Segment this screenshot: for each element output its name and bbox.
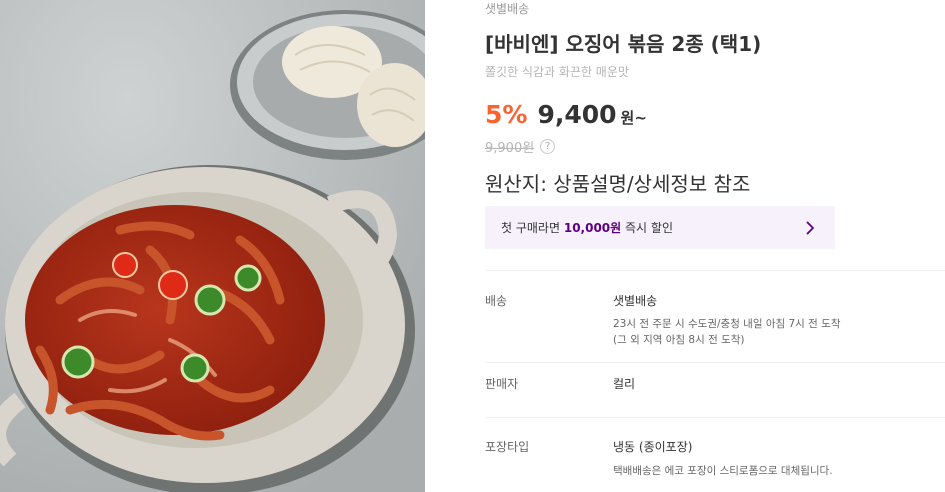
origin-info: 원산지: 상품설명/상세정보 참조 (485, 172, 751, 196)
coupon-text: 첫 구매라면 10,000원 즉시 할인 (501, 219, 673, 236)
question-icon[interactable]: ? (540, 139, 556, 154)
discount-rate: 5% (485, 100, 528, 129)
info-value: 냉동 (종이포장) 택배배송은 에코 포장이 스티로폼으로 대체됩니다. (613, 438, 945, 492)
product-subtitle: 쫄깃한 식감과 화끈한 매운맛 (485, 65, 629, 79)
sale-price: 9,400 (537, 100, 617, 129)
delivery-tag: 샛별배송 (485, 2, 530, 16)
coupon-amount: 10,000원 (563, 221, 622, 235)
info-value-detail: 23시 전 주문 시 수도권/충청 내일 아침 7시 전 도착 (613, 318, 841, 330)
info-row-packaging: 포장타입 냉동 (종이포장) 택배배송은 에코 포장이 스티로폼으로 대체됩니다… (485, 417, 945, 492)
product-info: 샛별배송 [바비엔] 오징어 볶음 2종 (택1) 쫄깃한 식감과 화끈한 매운… (485, 0, 945, 492)
info-value: 샛별배송 23시 전 주문 시 수도권/충청 내일 아침 7시 전 도착 (그 … (613, 292, 945, 362)
chevron-right-icon (806, 221, 814, 234)
coupon-suffix: 즉시 할인 (621, 221, 673, 235)
coupon-prefix: 첫 구매라면 (501, 221, 564, 235)
info-value-detail: (그 외 지역 아침 8시 전 도착) (613, 334, 745, 346)
price-row: 5% 9,400 원~ (485, 100, 647, 129)
info-row-delivery: 배송 샛별배송 23시 전 주문 시 수도권/충청 내일 아침 7시 전 도착 … (485, 270, 945, 362)
original-price: 9,900원 (485, 141, 535, 156)
first-purchase-coupon-banner[interactable]: 첫 구매라면 10,000원 즉시 할인 (485, 206, 835, 249)
product-image (0, 0, 425, 492)
info-value: 컬리 (613, 375, 945, 417)
info-row-seller: 판매자 컬리 (485, 362, 945, 417)
info-value-main: 샛별배송 (613, 294, 658, 308)
info-label: 포장타입 (485, 440, 530, 454)
stir-fried-squid-photo (0, 0, 425, 492)
info-value-main: 컬리 (613, 377, 636, 391)
info-value-detail: 택배배송은 에코 포장이 스티로폼으로 대체됩니다. (613, 465, 833, 477)
info-label: 판매자 (485, 377, 519, 391)
original-price-row: 9,900원 ? (485, 137, 556, 156)
product-title: [바비엔] 오징어 볶음 2종 (택1) (485, 32, 762, 56)
info-label: 배송 (485, 294, 508, 308)
info-value-main: 냉동 (종이포장) (613, 440, 693, 454)
price-unit: 원~ (620, 109, 647, 127)
product-info-table: 배송 샛별배송 23시 전 주문 시 수도권/충청 내일 아침 7시 전 도착 … (485, 270, 945, 492)
